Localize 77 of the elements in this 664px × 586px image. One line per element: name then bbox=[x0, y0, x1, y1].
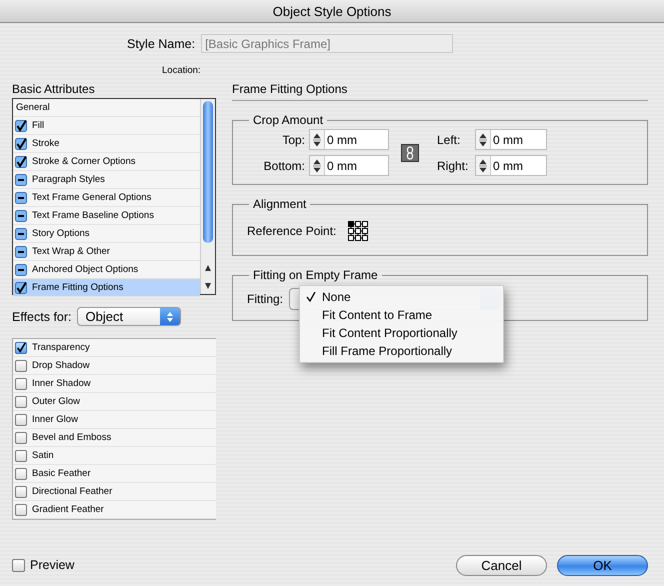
section-title: Basic Attributes bbox=[12, 82, 96, 96]
checkbox[interactable] bbox=[15, 120, 27, 132]
scrollbar[interactable] bbox=[200, 99, 215, 294]
reference-point-icon[interactable] bbox=[348, 221, 368, 241]
list-item[interactable]: Directional Feather bbox=[13, 483, 216, 501]
field-label: Bottom: bbox=[262, 158, 305, 172]
stepper-icon[interactable] bbox=[476, 130, 491, 149]
list-item[interactable]: Paragraph Styles bbox=[13, 171, 200, 189]
list-item[interactable]: Outer Glow bbox=[13, 393, 216, 411]
list-item[interactable]: Stroke bbox=[13, 135, 200, 153]
list-item[interactable]: Inner Glow bbox=[13, 411, 216, 429]
field-label: Top: bbox=[281, 132, 305, 146]
preview-checkbox[interactable] bbox=[12, 558, 25, 572]
panel-title: Frame Fitting Options bbox=[232, 82, 648, 101]
stepper-icon[interactable] bbox=[310, 130, 325, 149]
list-item[interactable]: Text Wrap & Other bbox=[13, 243, 200, 261]
group-title: Fitting on Empty Frame bbox=[252, 268, 379, 282]
checkbox[interactable] bbox=[15, 138, 27, 150]
list-item[interactable]: Inner Shadow bbox=[13, 375, 216, 393]
list-item[interactable]: Text Frame Baseline Options bbox=[13, 207, 200, 225]
group-title: Alignment bbox=[252, 197, 308, 211]
stepper-icon[interactable] bbox=[310, 156, 325, 175]
dialog-button[interactable]: OK bbox=[557, 555, 648, 576]
list-item[interactable]: Gradient Feather bbox=[13, 501, 216, 519]
list-item[interactable]: Text Frame General Options bbox=[13, 189, 200, 207]
list-item[interactable]: Story Options bbox=[13, 225, 200, 243]
checkbox[interactable] bbox=[15, 264, 27, 276]
checkbox[interactable] bbox=[15, 504, 27, 516]
checkbox[interactable] bbox=[15, 342, 27, 354]
list-item[interactable]: Fill bbox=[13, 117, 200, 135]
list-item[interactable]: General bbox=[13, 99, 200, 117]
effects-for-label: Effects for: bbox=[12, 310, 72, 324]
menu-item[interactable]: Fill Frame Proportionally bbox=[300, 342, 503, 360]
reference-point-label: Reference Point: bbox=[247, 224, 336, 238]
number-field[interactable]: 0 mm bbox=[475, 129, 547, 150]
checkbox[interactable] bbox=[15, 360, 27, 372]
checkbox[interactable] bbox=[15, 468, 27, 480]
number-field[interactable]: 0 mm bbox=[309, 129, 389, 150]
stepper-icon[interactable] bbox=[476, 156, 491, 175]
location-label: Location: bbox=[162, 65, 201, 76]
window-title: Object Style Options bbox=[272, 4, 392, 18]
checkbox[interactable] bbox=[15, 450, 27, 462]
checkbox[interactable] bbox=[15, 282, 27, 294]
style-name-label: Style Name: bbox=[127, 36, 196, 50]
chain-link-icon[interactable] bbox=[401, 144, 419, 162]
menu-item[interactable]: None bbox=[300, 288, 503, 306]
fitting-label: Fitting: bbox=[247, 292, 284, 306]
menu-item[interactable]: Fit Content to Frame bbox=[300, 306, 503, 324]
list-item[interactable]: Transparency bbox=[13, 339, 216, 357]
field-label: Right: bbox=[436, 158, 470, 172]
checkbox[interactable] bbox=[15, 156, 27, 168]
checkbox[interactable] bbox=[15, 246, 27, 258]
number-field[interactable]: 0 mm bbox=[309, 155, 389, 176]
number-field[interactable]: 0 mm bbox=[475, 155, 547, 176]
effects-for-dropdown[interactable]: Object bbox=[76, 307, 181, 326]
checkbox[interactable] bbox=[15, 414, 27, 426]
preview-label: Preview bbox=[30, 558, 74, 572]
list-item[interactable]: Basic Feather bbox=[13, 465, 216, 483]
dropdown-arrows-icon bbox=[160, 308, 180, 325]
checkbox[interactable] bbox=[15, 228, 27, 240]
list-item[interactable]: Anchored Object Options bbox=[13, 261, 200, 279]
list-item[interactable]: Stroke & Corner Options bbox=[13, 153, 200, 171]
checkbox[interactable] bbox=[15, 432, 27, 444]
checkbox[interactable] bbox=[15, 210, 27, 222]
dialog-button[interactable]: Cancel bbox=[456, 555, 547, 576]
checkbox[interactable] bbox=[15, 378, 27, 390]
checkbox[interactable] bbox=[15, 486, 27, 498]
checkbox[interactable] bbox=[15, 192, 27, 204]
group-title: Crop Amount bbox=[252, 113, 324, 127]
checkbox[interactable] bbox=[15, 174, 27, 186]
menu-item[interactable]: Fit Content Proportionally bbox=[300, 324, 503, 342]
checkbox[interactable] bbox=[15, 396, 27, 408]
list-item[interactable]: Bevel and Emboss bbox=[13, 429, 216, 447]
list-item[interactable]: Drop Shadow bbox=[13, 357, 216, 375]
list-item[interactable]: Frame Fitting Options bbox=[13, 279, 200, 297]
field-label: Left: bbox=[436, 132, 462, 146]
list-item[interactable]: Satin bbox=[13, 447, 216, 465]
